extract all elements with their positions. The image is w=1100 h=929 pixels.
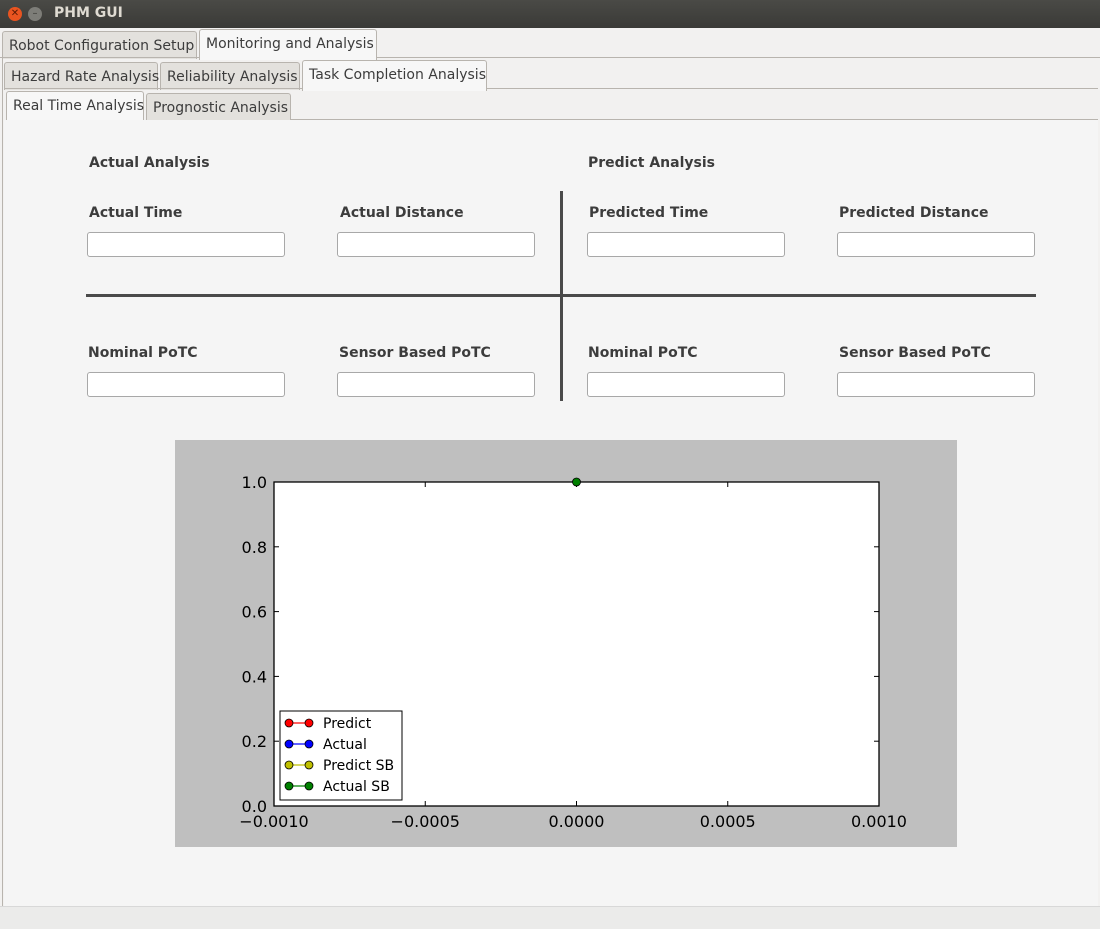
tab-real-time-analysis[interactable]: Real Time Analysis — [6, 91, 144, 122]
predict-analysis-heading: Predict Analysis — [588, 155, 715, 171]
legend-marker — [284, 781, 294, 791]
actual-distance-field[interactable] — [337, 232, 535, 257]
y-tick-label: 0.6 — [242, 603, 267, 622]
y-tick-label: 0.4 — [242, 667, 267, 686]
legend-marker — [284, 760, 294, 770]
y-tick-label: 0.2 — [242, 732, 267, 751]
actual-nominal-potc-field[interactable] — [87, 372, 285, 397]
tab-monitoring-and-analysis[interactable]: Monitoring and Analysis — [199, 29, 377, 60]
legend-marker — [284, 718, 294, 728]
tab-hazard-rate-analysis[interactable]: Hazard Rate Analysis — [4, 62, 159, 90]
actual-distance-label: Actual Distance — [340, 205, 464, 221]
x-tick-label: 0.0005 — [700, 812, 756, 831]
predict-sensor-potc-label: Sensor Based PoTC — [839, 345, 991, 361]
actual-analysis-heading: Actual Analysis — [89, 155, 210, 171]
actual-nominal-potc-label: Nominal PoTC — [88, 345, 198, 361]
legend-marker — [304, 781, 314, 791]
x-tick-label: −0.0005 — [391, 812, 460, 831]
actual-time-label: Actual Time — [89, 205, 183, 221]
predicted-time-field[interactable] — [587, 232, 785, 257]
y-tick-label: 0.8 — [242, 538, 267, 557]
tab-robot-configuration-setup[interactable]: Robot Configuration Setup — [2, 31, 197, 59]
predicted-time-label: Predicted Time — [589, 205, 709, 221]
title-bar: ✕ – PHM GUI — [0, 0, 1100, 28]
y-tick-label: 0.0 — [242, 797, 267, 816]
tab-task-completion-analysis[interactable]: Task Completion Analysis — [302, 60, 487, 91]
close-icon[interactable]: ✕ — [8, 7, 22, 21]
x-tick-label: 0.0000 — [549, 812, 605, 831]
data-point — [572, 477, 581, 487]
actual-sensor-potc-field[interactable] — [337, 372, 535, 397]
predict-sensor-potc-field[interactable] — [837, 372, 1035, 397]
legend-label: Predict — [323, 716, 372, 732]
potc-chart: −0.0010 −0.0005 0.0000 0.0005 0.00100.00.20.… — [239, 473, 907, 831]
status-bar — [0, 906, 1100, 929]
potc-plot-frame: −0.0010 −0.0005 0.0000 0.0005 0.0010 0.0 0.2 0.… — [175, 440, 957, 847]
legend-marker — [304, 718, 314, 728]
actual-time-field[interactable] — [87, 232, 285, 257]
predicted-distance-label: Predicted Distance — [839, 205, 989, 221]
predict-nominal-potc-label: Nominal PoTC — [588, 345, 698, 361]
legend-label: Actual SB — [323, 779, 390, 795]
horizontal-divider — [86, 294, 1036, 297]
window-title: PHM GUI — [54, 5, 123, 21]
legend-label: Predict SB — [323, 758, 394, 774]
x-tick-label: 0.0010 — [851, 812, 907, 831]
tab-reliability-analysis[interactable]: Reliability Analysis — [160, 62, 300, 90]
tab-prognostic-analysis[interactable]: Prognostic Analysis — [146, 93, 291, 121]
predict-nominal-potc-field[interactable] — [587, 372, 785, 397]
predicted-distance-field[interactable] — [837, 232, 1035, 257]
legend-marker — [284, 739, 294, 749]
actual-sensor-potc-label: Sensor Based PoTC — [339, 345, 491, 361]
legend-marker — [304, 739, 314, 749]
minimize-icon[interactable]: – — [28, 7, 42, 21]
y-tick-label: 1.0 — [242, 473, 267, 492]
legend-label: Actual — [323, 737, 367, 753]
legend-marker — [304, 760, 314, 770]
